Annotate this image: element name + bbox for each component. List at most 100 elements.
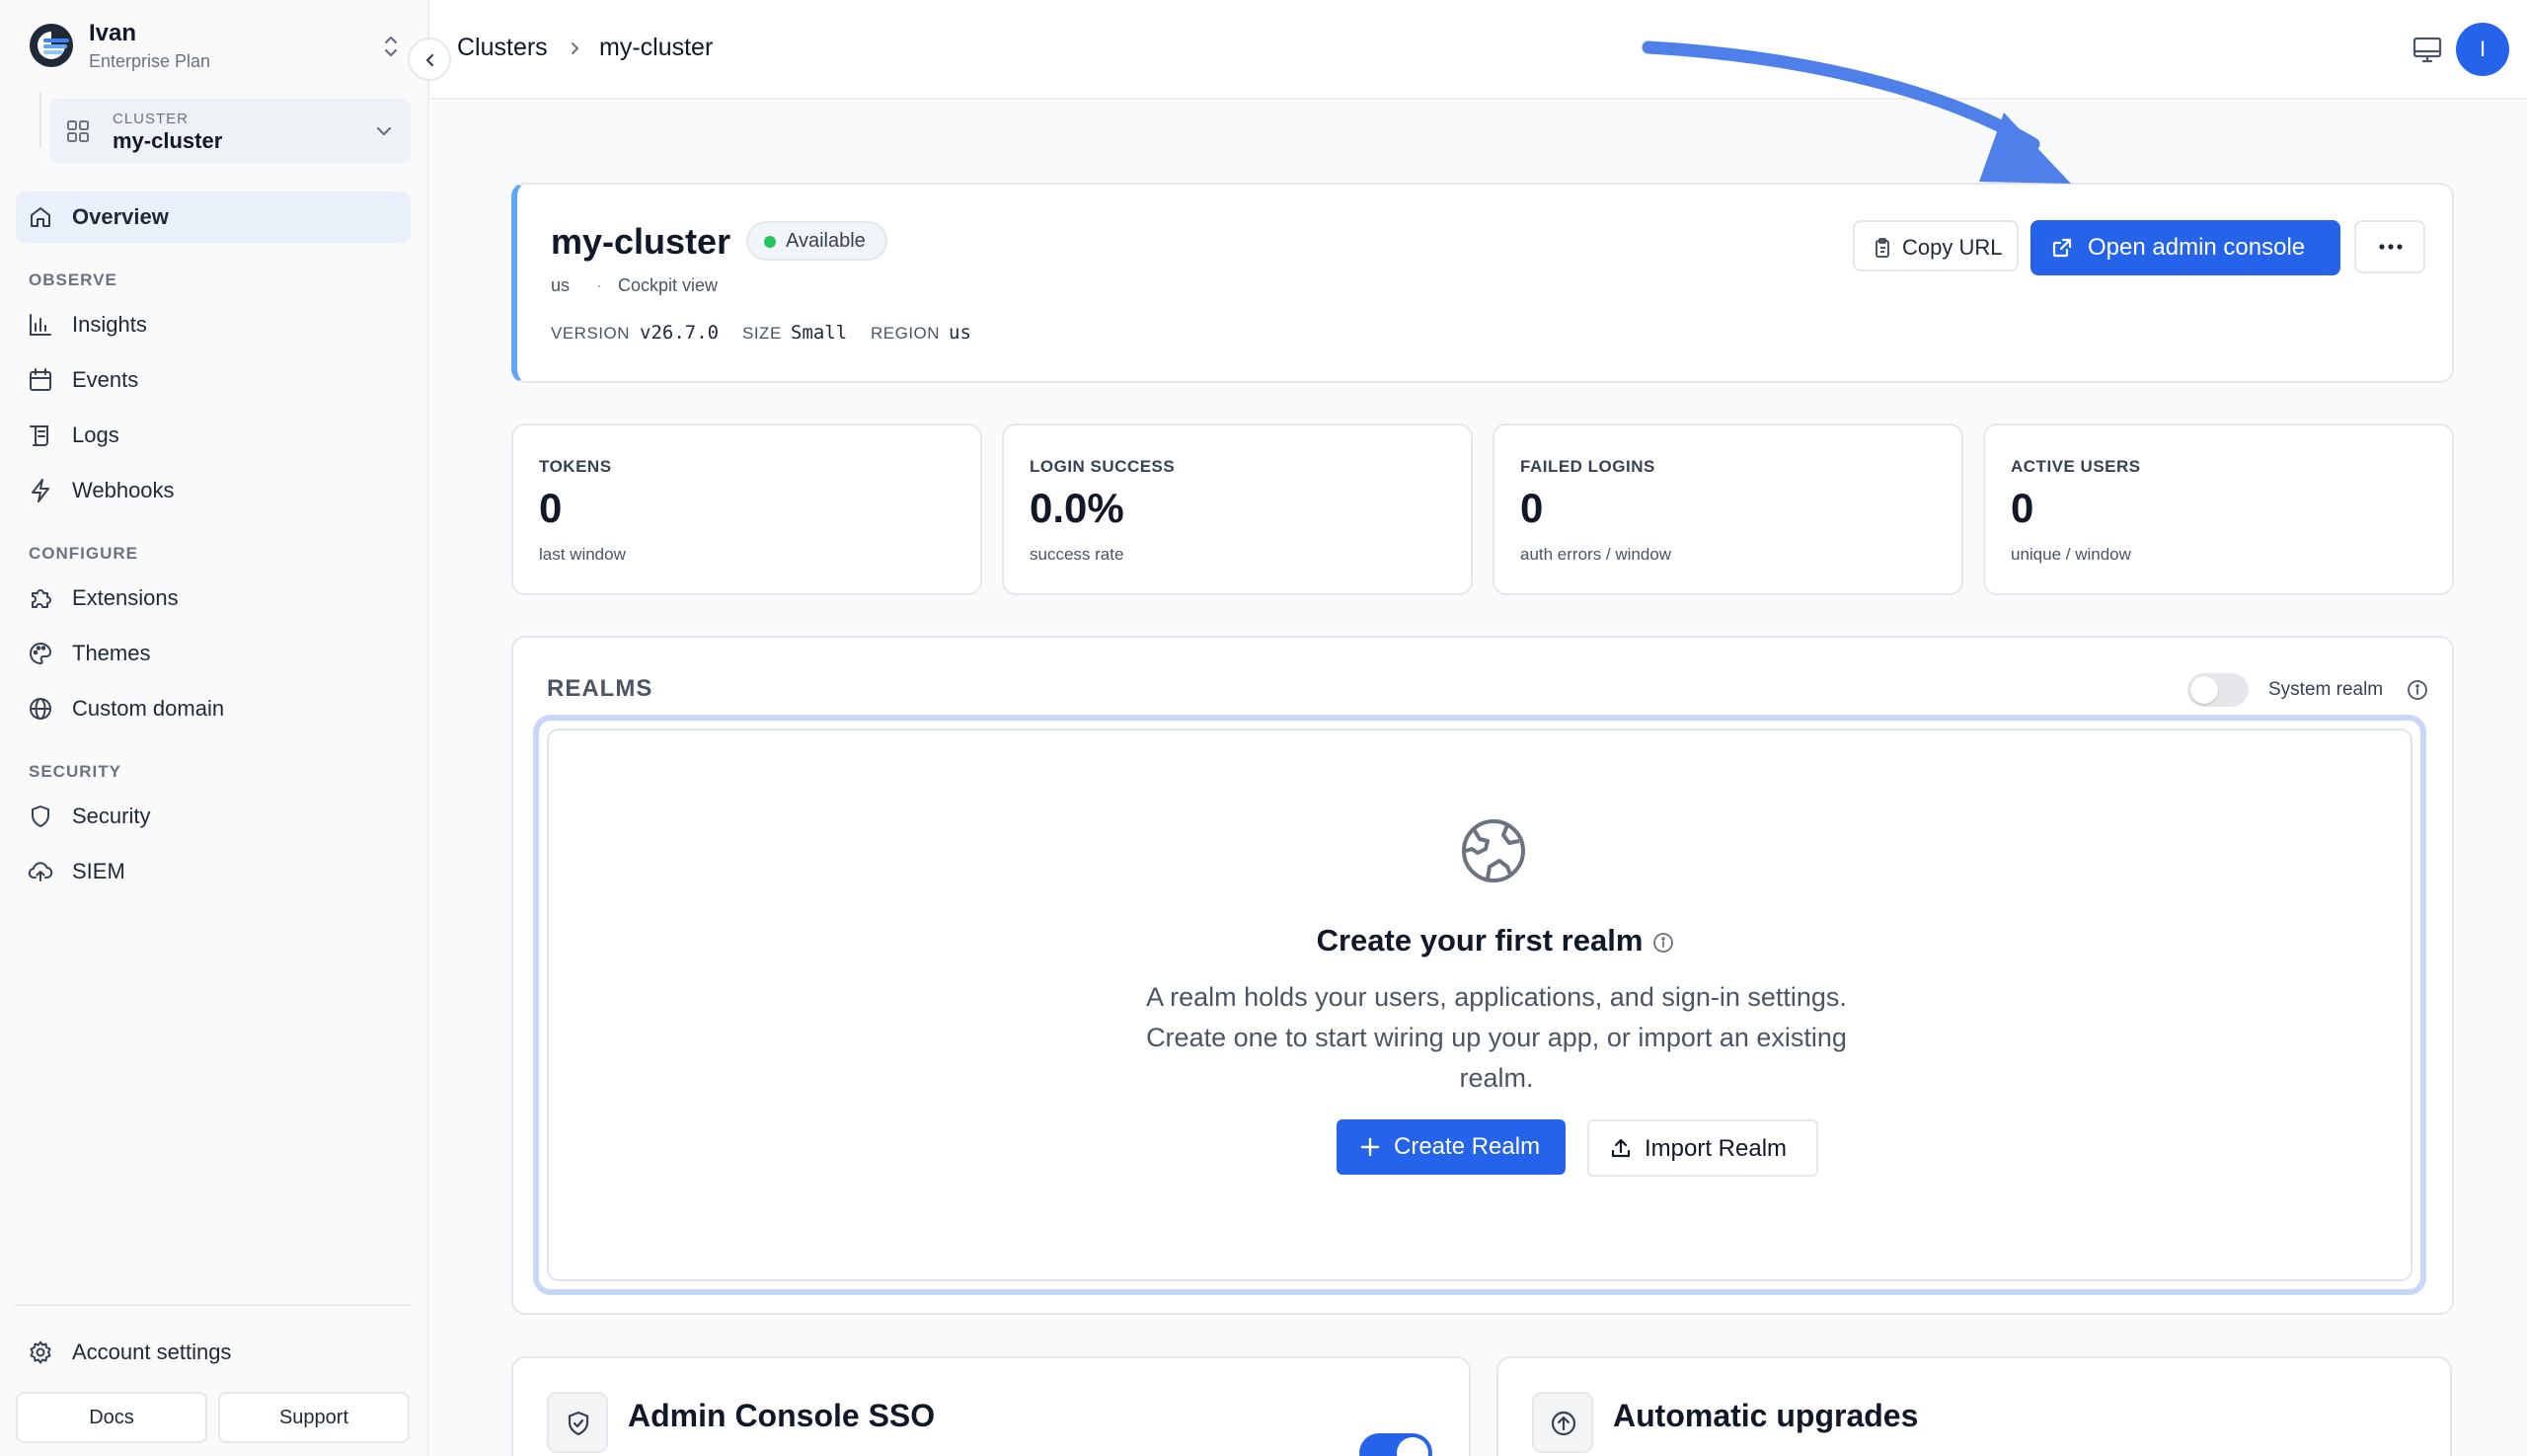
stat-label: TOKENS [539,457,612,476]
nav-overview-label: Overview [72,204,169,229]
nav-overview[interactable]: Overview [16,192,411,243]
nav-security[interactable]: Security [16,791,411,842]
info-icon[interactable] [2407,679,2428,701]
empty-state-inner: Create your first realm A realm holds yo… [547,728,2412,1281]
stat-label: ACTIVE USERS [2011,457,2141,476]
import-realm-button[interactable]: Import Realm [1587,1119,1818,1177]
scroll-icon [28,422,53,448]
bar-chart-icon [28,312,53,338]
palette-icon [28,641,53,666]
stat-sub: last window [539,545,626,564]
system-realm-toggle[interactable] [2187,673,2249,707]
stat-sub: unique / window [2011,545,2131,564]
monitor-icon[interactable] [2411,33,2444,66]
tree-line [39,93,41,148]
nav-section-configure: CONFIGURE [29,544,138,563]
chevron-right-icon [566,39,583,57]
nav-insights-label: Insights [72,312,147,337]
stat-card-active-users: ACTIVE USERS 0 unique / window [1983,423,2454,595]
stat-card-failed-logins: FAILED LOGINS 0 auth errors / window [1493,423,1963,595]
cluster-selector[interactable]: CLUSTER my-cluster [49,99,411,164]
nav-logs[interactable]: Logs [16,410,411,461]
nav-section-observe: OBSERVE [29,270,117,289]
globe-icon [1458,815,1529,886]
avatar[interactable]: I [2456,23,2509,76]
cloud-upload-icon [28,859,53,884]
realms-title: REALMS [547,675,653,702]
stat-label: LOGIN SUCCESS [1030,457,1176,476]
system-realm-label: System realm [2268,679,2384,700]
collapse-sidebar-button[interactable] [408,38,451,81]
upgrades-card-title: Automatic upgrades [1613,1398,1919,1433]
empty-state-description: A realm holds your users, applications, … [1146,982,1847,1093]
support-button[interactable]: Support [218,1392,410,1443]
puzzle-icon [28,585,53,611]
size-label: SIZE [742,324,782,343]
open-admin-console-label: Open admin console [2088,234,2306,261]
nav-logs-label: Logs [72,422,119,447]
nav-webhooks-label: Webhooks [72,478,175,502]
home-icon [28,204,53,230]
open-admin-console-button[interactable]: Open admin console [2030,220,2340,275]
stat-value: 0 [539,485,563,531]
nav-webhooks[interactable]: Webhooks [16,465,411,516]
sso-toggle[interactable] [1359,1433,1432,1456]
nav-account-settings-label: Account settings [72,1340,232,1364]
nav-custom-domain[interactable]: Custom domain [16,683,411,734]
status-badge: Available [746,221,887,261]
nav-themes[interactable]: Themes [16,628,411,679]
stat-label: FAILED LOGINS [1520,457,1655,476]
create-realm-label: Create Realm [1394,1133,1541,1160]
stat-sub: auth errors / window [1520,545,1672,564]
more-options-button[interactable] [2354,220,2425,273]
docs-button[interactable]: Docs [16,1392,207,1443]
nav-security-label: Security [72,804,151,828]
org-plan: Enterprise Plan [89,51,211,71]
upload-icon [1611,1138,1631,1158]
status-dot [764,236,776,248]
info-icon[interactable] [1652,932,1674,954]
copy-url-button[interactable]: Copy URL [1853,220,2019,271]
topbar: Clusters my-cluster I [431,0,2527,100]
region-value: us [949,322,971,344]
main-content: Clusters my-cluster I my-cluster Availab… [431,0,2527,1456]
version-value: v26.7.0 [640,322,720,344]
sidebar-divider [14,1304,411,1306]
shield-icon [28,804,53,829]
toggle-knob [2190,676,2218,704]
nav-extensions-label: Extensions [72,585,179,610]
chevron-left-icon [425,53,434,67]
sidebar: Ivan Enterprise Plan CLUSTER my-cluster … [0,0,429,1456]
cockpit-view-link[interactable]: Cockpit view [618,275,718,296]
nav-events[interactable]: Events [16,354,411,406]
nav-siem-label: SIEM [72,859,125,883]
nav-section-security: SECURITY [29,762,121,781]
version-label: VERSION [551,324,631,343]
annotation-arrow-icon [1642,40,2071,184]
copy-url-label: Copy URL [1902,235,2003,260]
nav-extensions[interactable]: Extensions [16,573,411,624]
cluster-header-card: my-cluster Available us · Cockpit view V… [511,183,2454,383]
nav-insights[interactable]: Insights [16,299,411,350]
realms-empty-state: Create your first realm A realm holds yo… [533,715,2426,1295]
org-logo-icon [28,22,75,69]
size-value: Small [791,322,848,344]
separator-dot: · [596,275,602,295]
stat-sub: success rate [1030,545,1124,564]
nav-custom-domain-label: Custom domain [72,696,225,721]
calendar-icon [28,367,53,393]
external-link-icon [2052,238,2072,258]
stat-card-login-success: LOGIN SUCCESS 0.0% success rate [1002,423,1473,595]
breadcrumb-clusters[interactable]: Clusters [457,34,548,62]
status-text: Available [786,230,866,252]
chevron-up-down-icon [379,32,403,61]
nav-account-settings[interactable]: Account settings [16,1327,411,1378]
automatic-upgrades-card: Automatic upgrades [1496,1356,2452,1456]
arrow-up-circle-icon [1532,1392,1593,1453]
more-horizontal-icon [2379,244,2403,250]
sso-card-title: Admin Console SSO [628,1398,936,1433]
cluster-title: my-cluster [551,221,731,262]
nav-siem[interactable]: SIEM [16,846,411,897]
create-realm-button[interactable]: Create Realm [1337,1119,1566,1175]
org-switcher[interactable]: Ivan Enterprise Plan [28,20,403,77]
